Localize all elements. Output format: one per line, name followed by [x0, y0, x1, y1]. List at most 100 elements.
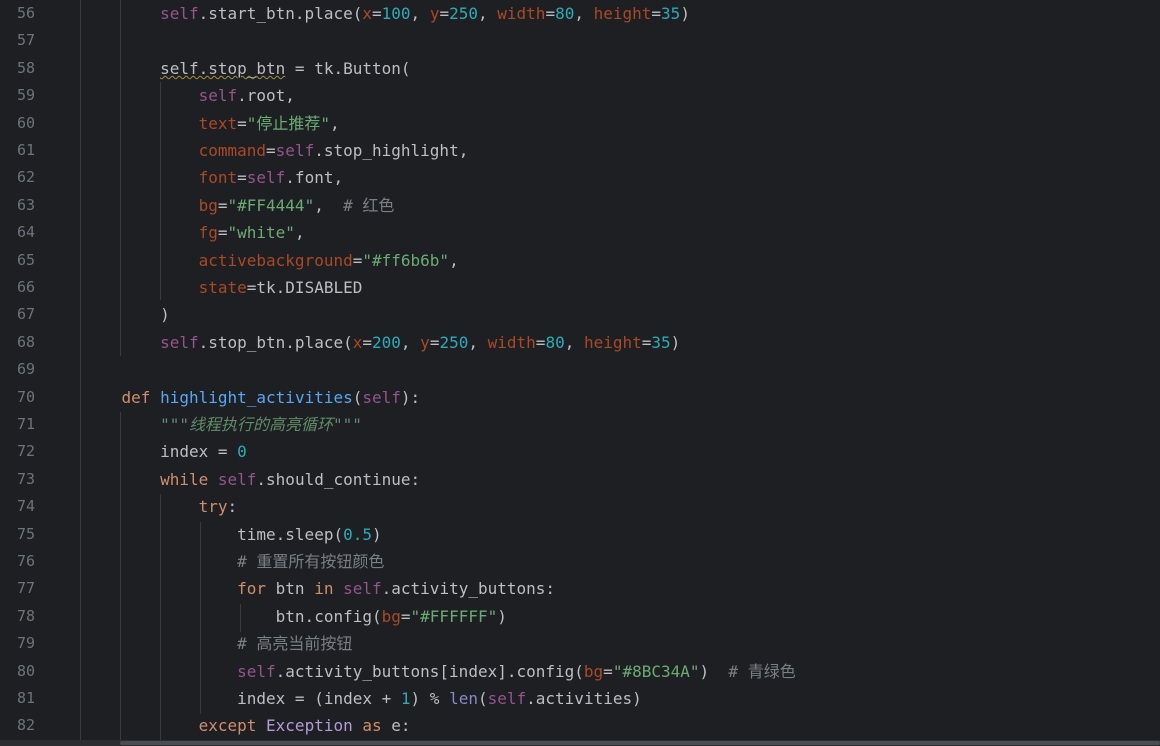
- code-line[interactable]: 73 while self.should_continue:: [0, 466, 1160, 493]
- code-text[interactable]: index = (index + 1) % len(self.activitie…: [83, 685, 642, 712]
- code-token: ,: [294, 223, 305, 243]
- line-number: 62: [16, 168, 35, 187]
- code-text[interactable]: self.activity_buttons[index].config(bg="…: [83, 658, 796, 685]
- code-text[interactable]: time.sleep(0.5): [83, 521, 382, 548]
- code-text[interactable]: except Exception as e:: [83, 712, 411, 739]
- code-editor[interactable]: 56 self.start_btn.place(x=100, y=250, wi…: [0, 0, 1160, 746]
- code-token: "停止推荐": [246, 113, 331, 133]
- code-token: y: [429, 4, 440, 23]
- scrollbar-thumb[interactable]: [120, 741, 1160, 745]
- code-text[interactable]: font=self.font,: [83, 164, 344, 191]
- code-token: 0.5: [343, 524, 372, 544]
- code-text[interactable]: index = 0: [83, 438, 247, 465]
- code-token: :: [227, 497, 238, 517]
- code-line[interactable]: 63 bg="#FF4444", # 红色: [0, 192, 1160, 219]
- horizontal-scrollbar[interactable]: [0, 740, 1160, 746]
- code-line[interactable]: 61 command=self.stop_highlight,: [0, 137, 1160, 164]
- line-number: 61: [16, 141, 35, 159]
- code-line[interactable]: 77 for btn in self.activity_buttons:: [0, 575, 1160, 602]
- code-line[interactable]: 65 activebackground="#ff6b6b",: [0, 247, 1160, 274]
- code-token: ,: [410, 4, 430, 23]
- code-token: activebackground: [198, 250, 353, 270]
- code-text[interactable]: # 高亮当前按钮: [83, 630, 352, 657]
- code-line[interactable]: 80 self.activity_buttons[index].config(b…: [0, 658, 1160, 685]
- code-token: "#FF4444": [227, 195, 315, 215]
- code-token: btn: [266, 579, 315, 599]
- code-token: (: [477, 689, 488, 708]
- code-token: self: [362, 387, 401, 407]
- code-line[interactable]: 67 ): [0, 301, 1160, 328]
- code-line[interactable]: 76 # 重置所有按钮颜色: [0, 548, 1160, 575]
- code-token: .stop_btn.place(: [198, 332, 353, 352]
- code-line[interactable]: 71 """线程执行的高亮循环""": [0, 411, 1160, 438]
- code-token: =: [217, 195, 228, 215]
- code-text[interactable]: bg="#FF4444", # 红色: [83, 192, 395, 219]
- code-token: 0: [237, 442, 247, 462]
- code-line[interactable]: 58 self.stop_btn = tk.Button(: [0, 55, 1160, 82]
- code-line[interactable]: 69: [0, 356, 1160, 383]
- code-line[interactable]: 82 except Exception as e:: [0, 712, 1160, 739]
- code-token: ): [670, 332, 681, 352]
- code-text[interactable]: def highlight_activities(self):: [83, 384, 421, 411]
- code-token: Exception: [266, 716, 353, 736]
- code-text[interactable]: ): [83, 301, 170, 328]
- code-token: # 重置所有按钮颜色: [237, 552, 385, 571]
- code-token: =: [641, 332, 652, 352]
- code-line[interactable]: 78 btn.config(bg="#FFFFFF"): [0, 603, 1160, 630]
- code-text[interactable]: """线程执行的高亮循环""": [83, 411, 362, 438]
- line-number: 76: [16, 552, 35, 570]
- code-line[interactable]: 64 fg="white",: [0, 219, 1160, 246]
- code-text[interactable]: text="停止推荐",: [83, 110, 340, 137]
- code-text[interactable]: activebackground="#ff6b6b",: [83, 247, 459, 274]
- code-text[interactable]: fg="white",: [83, 219, 305, 246]
- code-line[interactable]: 79 # 高亮当前按钮: [0, 630, 1160, 657]
- code-line[interactable]: 60 text="停止推荐",: [0, 110, 1160, 137]
- code-text[interactable]: self.stop_btn.place(x=200, y=250, width=…: [83, 329, 680, 356]
- code-line[interactable]: 70 def highlight_activities(self):: [0, 384, 1160, 411]
- line-number: 77: [16, 579, 35, 598]
- code-token: ,: [564, 332, 584, 352]
- code-token: .activity_buttons:: [381, 579, 556, 599]
- code-token: highlight_activities: [160, 387, 353, 407]
- code-token: e:: [381, 716, 411, 736]
- code-text[interactable]: try:: [83, 493, 238, 520]
- code-line[interactable]: 62 font=self.font,: [0, 164, 1160, 191]
- code-token: =: [372, 4, 382, 23]
- code-line[interactable]: 59 self.root,: [0, 82, 1160, 109]
- code-line[interactable]: 74 try:: [0, 493, 1160, 520]
- code-token: 200: [372, 332, 401, 352]
- code-token: ): [372, 524, 382, 544]
- code-line[interactable]: 68 self.stop_btn.place(x=200, y=250, wid…: [0, 329, 1160, 356]
- code-text[interactable]: for btn in self.activity_buttons:: [83, 575, 555, 602]
- code-line[interactable]: 57: [0, 27, 1160, 54]
- code-token: fg: [198, 223, 218, 243]
- code-token: font: [198, 168, 238, 188]
- code-text[interactable]: while self.should_continue:: [83, 466, 420, 493]
- code-token: def: [121, 387, 151, 407]
- code-text[interactable]: btn.config(bg="#FFFFFF"): [83, 603, 507, 630]
- code-line[interactable]: 72 index = 0: [0, 438, 1160, 465]
- line-number: 56: [16, 4, 35, 22]
- code-token: "#8BC34A": [612, 661, 700, 681]
- code-token: self: [198, 86, 238, 106]
- code-line[interactable]: 66 state=tk.DISABLED: [0, 274, 1160, 301]
- code-line[interactable]: 75 time.sleep(0.5): [0, 521, 1160, 548]
- code-text[interactable]: state=tk.DISABLED: [83, 274, 363, 301]
- code-text[interactable]: command=self.stop_highlight,: [83, 137, 469, 164]
- line-number: 74: [16, 497, 35, 516]
- code-token: ,: [449, 250, 459, 270]
- code-text[interactable]: self.start_btn.place(x=100, y=250, width…: [83, 0, 690, 27]
- code-token: self: [343, 579, 382, 599]
- code-line[interactable]: 56 self.start_btn.place(x=100, y=250, wi…: [0, 0, 1160, 27]
- line-number: 57: [16, 31, 35, 50]
- code-text[interactable]: # 重置所有按钮颜色: [83, 548, 384, 575]
- code-line[interactable]: 81 index = (index + 1) % len(self.activi…: [0, 685, 1160, 712]
- code-text[interactable]: self.stop_btn = tk.Button(: [83, 55, 410, 82]
- code-text[interactable]: self.root,: [83, 82, 295, 109]
